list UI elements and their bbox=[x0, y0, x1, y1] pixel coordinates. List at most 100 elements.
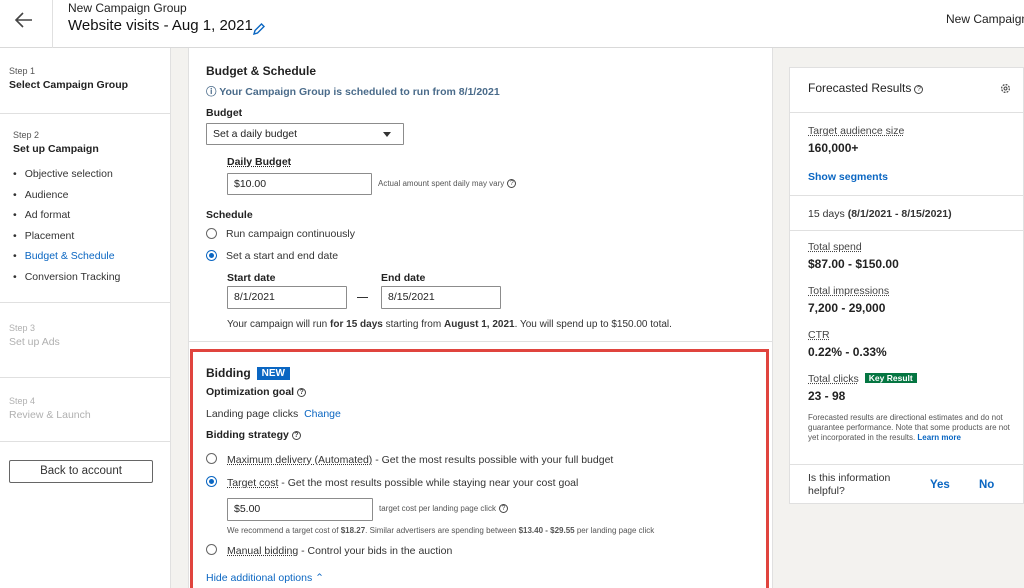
back-to-account-button[interactable]: Back to account bbox=[9, 460, 153, 483]
step-name: Set up Ads bbox=[9, 336, 60, 348]
bidding-title: Bidding NEW bbox=[206, 366, 290, 380]
key-result-badge: Key Result bbox=[864, 373, 917, 383]
optimization-goal-label: Optimization goal? bbox=[206, 386, 307, 398]
manual-bidding-label: Manual bidding bbox=[227, 545, 299, 557]
step-divider bbox=[0, 302, 170, 303]
edit-pencil-icon[interactable] bbox=[252, 22, 266, 36]
step-name: Review & Launch bbox=[9, 409, 91, 421]
forecast-divider bbox=[790, 464, 1023, 465]
header-divider bbox=[52, 0, 53, 48]
daily-budget-input[interactable]: $10.00 bbox=[227, 173, 372, 195]
run-continuously-label: Run campaign continuously bbox=[226, 228, 355, 240]
learn-more-link[interactable]: Learn more bbox=[917, 433, 961, 442]
step-2[interactable]: Step 2 Set up Campaign bbox=[13, 130, 99, 155]
target-cost-hint: target cost per landing page click? bbox=[379, 504, 508, 513]
date-range-dash bbox=[357, 297, 368, 298]
chevron-down-icon bbox=[383, 132, 391, 137]
schedule-info-text: Your Campaign Group is scheduled to run … bbox=[219, 86, 500, 98]
forecast-title-text: Forecasted Results bbox=[808, 81, 912, 95]
maximum-delivery-option: Maximum delivery (Automated) - Get the m… bbox=[227, 454, 613, 466]
hide-additional-options-link[interactable]: Hide additional options ⌃ bbox=[206, 572, 324, 584]
helpful-yes-button[interactable]: Yes bbox=[930, 479, 950, 491]
sidebar-item-objective[interactable]: Objective selection bbox=[13, 168, 113, 180]
daily-budget-hint: Actual amount spent daily may vary? bbox=[378, 179, 517, 188]
bidding-title-text: Bidding bbox=[206, 366, 251, 380]
run-continuously-radio[interactable] bbox=[206, 228, 217, 239]
forecast-divider bbox=[790, 230, 1023, 231]
step-number: Step 4 bbox=[9, 396, 36, 406]
ctr-value: 0.22% - 0.33% bbox=[808, 345, 887, 359]
days-label: 15 days bbox=[808, 208, 848, 220]
start-date-input[interactable]: 8/1/2021 bbox=[227, 286, 347, 309]
target-cost-desc: - Get the most results possible while st… bbox=[278, 477, 579, 489]
summary-mid: starting from bbox=[382, 319, 444, 330]
info-icon: ⓘ bbox=[206, 86, 217, 98]
step-name: Set up Campaign bbox=[13, 143, 99, 155]
target-cost-radio[interactable] bbox=[206, 476, 217, 487]
step-number: Step 2 bbox=[13, 130, 40, 140]
summary-date: August 1, 2021 bbox=[443, 319, 515, 330]
sidebar-item-conversion-tracking[interactable]: Conversion Tracking bbox=[13, 271, 121, 283]
sidebar-item-placement[interactable]: Placement bbox=[13, 230, 75, 242]
target-cost-option: Target cost - Get the most results possi… bbox=[227, 477, 578, 489]
target-cost-label: Target cost bbox=[227, 477, 279, 489]
header-right-label: New Campaign bbox=[946, 12, 1024, 26]
forecast-date-range: 15 days (8/1/2021 - 8/15/2021) bbox=[808, 208, 952, 220]
maximum-delivery-radio[interactable] bbox=[206, 453, 217, 464]
summary-post: . You will spend up to $150.00 total. bbox=[514, 319, 672, 330]
schedule-summary: Your campaign will run for 15 days start… bbox=[227, 319, 672, 330]
days-range: (8/1/2021 - 8/15/2021) bbox=[847, 208, 952, 220]
total-clicks-label: Total clicks bbox=[808, 373, 859, 385]
helpful-no-button[interactable]: No bbox=[979, 479, 994, 491]
help-icon[interactable]: ? bbox=[291, 431, 301, 440]
help-icon[interactable]: ? bbox=[914, 85, 924, 94]
end-date-label: End date bbox=[381, 272, 426, 284]
bidding-strategy-label: Bidding strategy? bbox=[206, 429, 301, 441]
step-name: Select Campaign Group bbox=[9, 79, 129, 91]
gear-icon[interactable] bbox=[999, 82, 1012, 95]
budget-schedule-title: Budget & Schedule bbox=[206, 64, 317, 78]
recommend-mid: . Similar advertisers are spending betwe… bbox=[365, 526, 519, 535]
target-cost-recommendation: We recommend a target cost of $18.27. Si… bbox=[227, 526, 654, 535]
step-3: Step 3 Set up Ads bbox=[9, 323, 60, 348]
forecast-divider bbox=[790, 112, 1023, 113]
sidebar-item-ad-format[interactable]: Ad format bbox=[13, 209, 71, 221]
budget-label: Budget bbox=[206, 107, 243, 119]
show-segments-link[interactable]: Show segments bbox=[808, 171, 888, 183]
manual-bidding-radio[interactable] bbox=[206, 544, 217, 555]
manual-bidding-desc: - Control your bids in the auction bbox=[298, 545, 453, 557]
step-divider bbox=[0, 113, 170, 114]
step-4: Step 4 Review & Launch bbox=[9, 396, 91, 421]
audience-size-label: Target audience size bbox=[808, 125, 905, 137]
maximum-delivery-desc: - Get the most results possible with you… bbox=[372, 454, 614, 466]
change-goal-link[interactable]: Change bbox=[304, 408, 341, 420]
help-icon[interactable]: ? bbox=[297, 388, 307, 397]
end-date-input[interactable]: 8/15/2021 bbox=[381, 286, 501, 309]
campaign-group-name: New Campaign Group bbox=[68, 1, 187, 15]
start-end-date-radio[interactable] bbox=[206, 250, 217, 261]
maximum-delivery-label: Maximum delivery (Automated) bbox=[227, 454, 373, 466]
steps-sidebar: Step 1 Select Campaign Group Step 2 Set … bbox=[0, 48, 171, 588]
recommend-pre: We recommend a target cost of bbox=[227, 526, 341, 535]
top-header: New Campaign Group Website visits - Aug … bbox=[0, 0, 1024, 48]
back-arrow-icon[interactable] bbox=[12, 8, 36, 32]
helpful-question: Is this information helpful? bbox=[808, 472, 891, 497]
total-spend-value: $87.00 - $150.00 bbox=[808, 257, 899, 271]
start-end-date-label: Set a start and end date bbox=[226, 250, 339, 262]
help-icon[interactable]: ? bbox=[498, 504, 508, 513]
summary-days: for 15 days bbox=[330, 319, 383, 330]
step-1[interactable]: Step 1 Select Campaign Group bbox=[9, 66, 128, 91]
daily-budget-hint-text: Actual amount spent daily may vary bbox=[378, 179, 505, 188]
recommend-value: $18.27 bbox=[340, 526, 366, 535]
forecasted-results-panel: Forecasted Results? Target audience size… bbox=[789, 67, 1024, 504]
help-icon[interactable]: ? bbox=[507, 179, 517, 188]
sidebar-item-audience[interactable]: Audience bbox=[13, 189, 69, 201]
forecast-disclaimer-text: Forecasted results are directional estim… bbox=[808, 413, 1010, 442]
target-cost-input[interactable]: $5.00 bbox=[227, 498, 373, 521]
total-impressions-label: Total impressions bbox=[808, 285, 890, 297]
forecast-disclaimer: Forecasted results are directional estim… bbox=[808, 413, 1013, 443]
sidebar-item-budget-schedule[interactable]: Budget & Schedule bbox=[13, 250, 115, 262]
budget-type-select[interactable]: Set a daily budget bbox=[206, 123, 404, 145]
daily-budget-label: Daily Budget bbox=[227, 156, 292, 168]
ctr-label: CTR bbox=[808, 329, 830, 341]
